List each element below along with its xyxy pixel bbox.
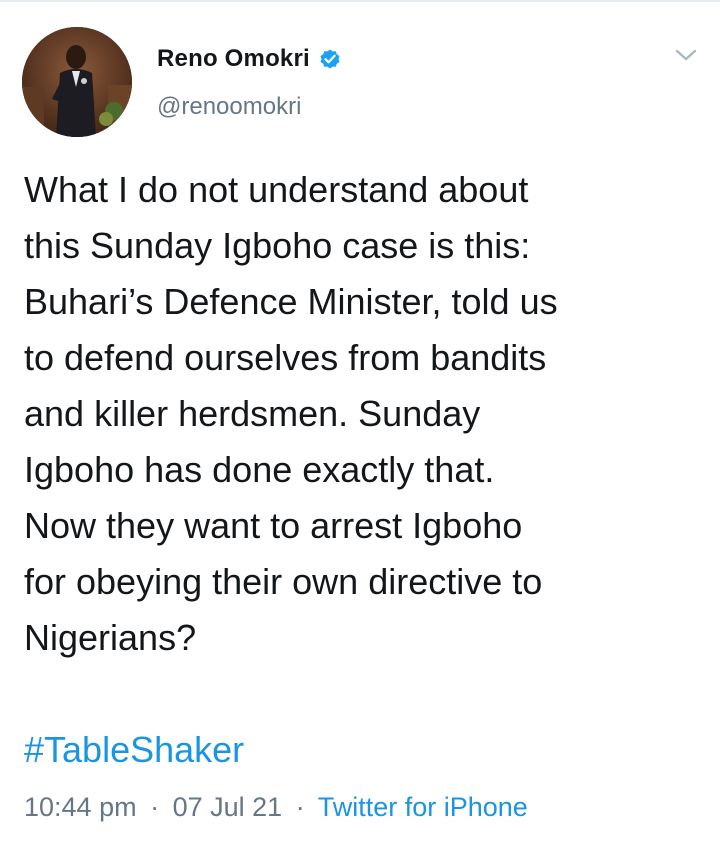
author-display-name[interactable]: Reno Omokri <box>157 45 310 73</box>
avatar[interactable] <box>22 27 132 137</box>
meta-separator: · <box>295 792 305 822</box>
tweet-source-link[interactable]: Twitter for iPhone <box>318 792 528 822</box>
tweet-meta: 10:44 pm · 07 Jul 21 · Twitter for iPhon… <box>24 789 528 825</box>
tweet-date[interactable]: 07 Jul 21 <box>173 792 283 822</box>
author-handle[interactable]: @renoomokri <box>157 93 301 121</box>
top-divider <box>0 0 720 2</box>
tweet-text: What I do not understand about this Sund… <box>24 169 558 658</box>
verified-badge-icon <box>318 47 342 71</box>
meta-separator: · <box>150 792 160 822</box>
tweet-time[interactable]: 10:44 pm <box>24 792 137 822</box>
hashtag-link[interactable]: #TableShaker <box>24 726 244 774</box>
author-name-row: Reno Omokri <box>157 44 342 74</box>
chevron-down-icon[interactable] <box>672 44 700 66</box>
